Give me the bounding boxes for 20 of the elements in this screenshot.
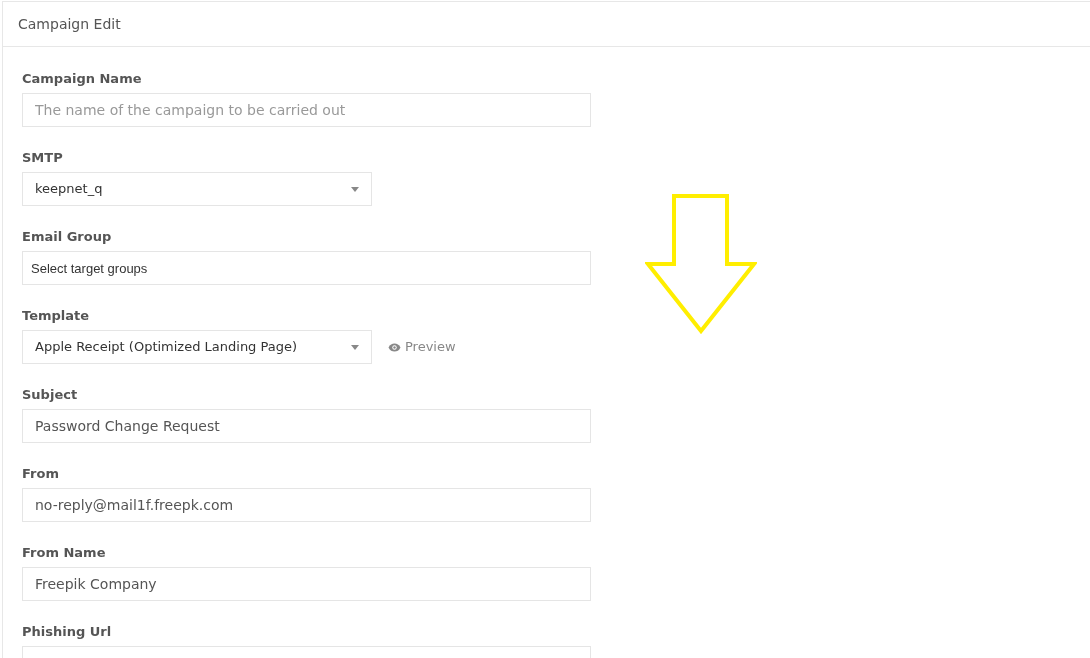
caret-icon [351,186,359,192]
field-label: From [22,465,60,482]
field-label: From Name [22,544,107,561]
text-field[interactable]: The name of the campaign to be carried out [22,93,591,127]
field-label: Template [22,307,91,324]
field-label: Phishing Url [22,623,113,640]
field-label: Subject [22,386,79,403]
panel-title: Campaign Edit [18,14,121,34]
text-field[interactable]: Password Change Request [22,409,591,443]
field-label: Campaign Name [22,70,143,87]
caret-icon [351,344,359,350]
text-field[interactable]: Freepik Company [22,567,591,601]
text-field[interactable]: no-reply@mail1f.freepk.com [22,488,591,522]
field-label: Email Group [22,228,113,245]
group-select-field[interactable]: Select target groups [22,251,591,285]
field-label: SMTP [22,149,64,166]
eye-icon [388,342,401,352]
select-field[interactable]: keepnet_q [22,172,372,206]
select-field[interactable]: Apple Receipt (Optimized Landing Page) [22,330,372,364]
preview-link[interactable]: Preview [388,337,456,357]
